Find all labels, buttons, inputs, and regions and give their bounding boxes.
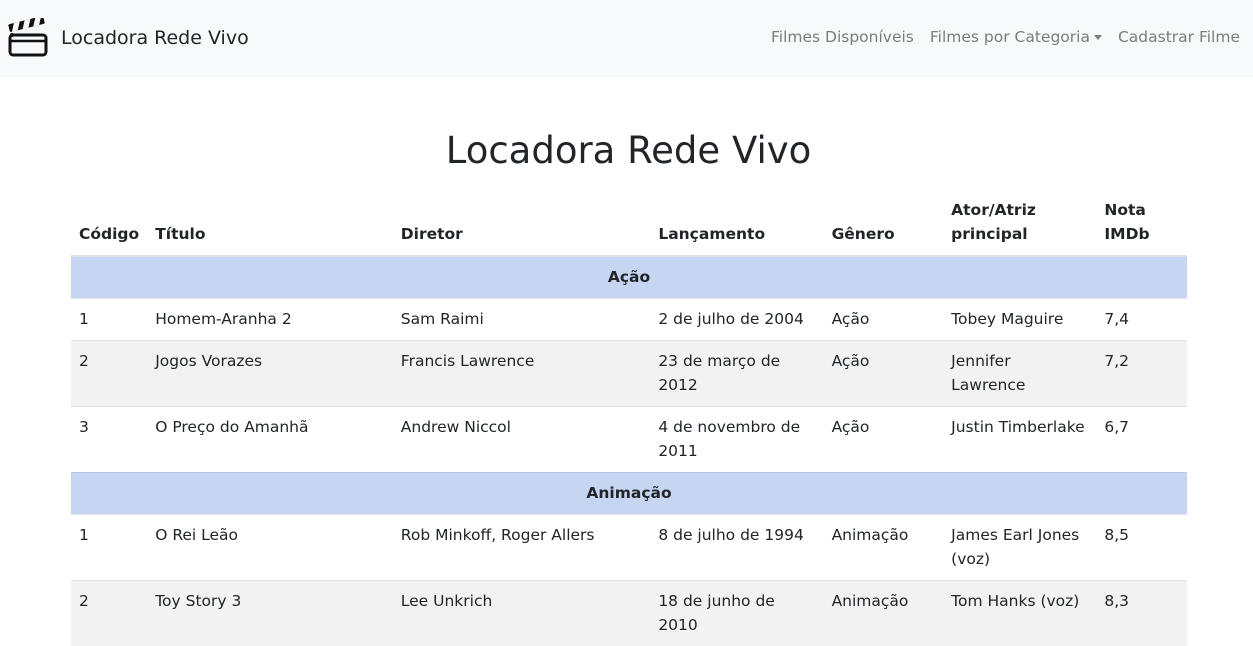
column-header-nota: Nota IMDb (1096, 190, 1187, 256)
cell-nota: 8,5 (1096, 515, 1187, 581)
cell-codigo: 2 (71, 341, 147, 407)
table-header-row: Código Título Diretor Lançamento Gênero … (71, 190, 1187, 256)
nav-link-filmes-disponiveis[interactable]: Filmes Disponíveis (771, 28, 914, 46)
cell-diretor: Sam Raimi (393, 299, 651, 341)
cell-diretor: Rob Minkoff, Roger Allers (393, 515, 651, 581)
cell-titulo: O Preço do Amanhã (147, 407, 393, 473)
cell-nota: 8,3 (1096, 581, 1187, 646)
category-label: Animação (71, 473, 1187, 515)
movies-table: Código Título Diretor Lançamento Gênero … (71, 190, 1187, 646)
table-row: 2 Toy Story 3 Lee Unkrich 18 de junho de… (71, 581, 1187, 646)
nav-dropdown-filmes-por-categoria[interactable]: Filmes por Categoria (930, 28, 1102, 46)
cell-diretor: Francis Lawrence (393, 341, 651, 407)
table-row: 3 O Preço do Amanhã Andrew Niccol 4 de n… (71, 407, 1187, 473)
brand-name: Locadora Rede Vivo (61, 27, 249, 49)
cell-titulo: Jogos Vorazes (147, 341, 393, 407)
cell-diretor: Andrew Niccol (393, 407, 651, 473)
nav-link-cadastrar-filme[interactable]: Cadastrar Filme (1118, 28, 1240, 46)
cell-codigo: 1 (71, 299, 147, 341)
cell-codigo: 1 (71, 515, 147, 581)
table-row: 1 Homem-Aranha 2 Sam Raimi 2 de julho de… (71, 299, 1187, 341)
nav-links: Filmes Disponíveis Filmes por Categoria … (755, 28, 1240, 46)
caret-down-icon (1094, 35, 1102, 40)
cell-codigo: 3 (71, 407, 147, 473)
cell-genero: Animação (824, 515, 944, 581)
cell-ator: Tobey Maguire (943, 299, 1096, 341)
brand-link[interactable]: Locadora Rede Vivo (8, 18, 249, 58)
cell-lancamento: 4 de novembro de 2011 (650, 407, 823, 473)
column-header-genero: Gênero (824, 190, 944, 256)
cell-lancamento: 18 de junho de 2010 (650, 581, 823, 646)
cell-genero: Ação (824, 407, 944, 473)
cell-titulo: O Rei Leão (147, 515, 393, 581)
column-header-ator: Ator/Atriz principal (943, 190, 1096, 256)
table-row: 2 Jogos Vorazes Francis Lawrence 23 de m… (71, 341, 1187, 407)
cell-ator: Tom Hanks (voz) (943, 581, 1096, 646)
cell-nota: 6,7 (1096, 407, 1187, 473)
column-header-lancamento: Lançamento (650, 190, 823, 256)
cell-ator: Jennifer Lawrence (943, 341, 1096, 407)
cell-ator: Justin Timberlake (943, 407, 1096, 473)
cell-nota: 7,4 (1096, 299, 1187, 341)
cell-genero: Ação (824, 299, 944, 341)
table-row: 1 O Rei Leão Rob Minkoff, Roger Allers 8… (71, 515, 1187, 581)
column-header-codigo: Código (71, 190, 147, 256)
cell-titulo: Homem-Aranha 2 (147, 299, 393, 341)
column-header-titulo: Título (147, 190, 393, 256)
clapperboard-icon (8, 18, 48, 58)
nav-dropdown-label: Filmes por Categoria (930, 28, 1090, 46)
cell-lancamento: 8 de julho de 1994 (650, 515, 823, 581)
cell-titulo: Toy Story 3 (147, 581, 393, 646)
category-row-animacao: Animação (71, 473, 1187, 515)
navbar: Locadora Rede Vivo Filmes Disponíveis Fi… (0, 0, 1253, 77)
category-row-acao: Ação (71, 256, 1187, 299)
category-label: Ação (71, 256, 1187, 299)
cell-genero: Ação (824, 341, 944, 407)
cell-diretor: Lee Unkrich (393, 581, 651, 646)
cell-lancamento: 23 de março de 2012 (650, 341, 823, 407)
cell-nota: 7,2 (1096, 341, 1187, 407)
cell-ator: James Earl Jones (voz) (943, 515, 1096, 581)
cell-codigo: 2 (71, 581, 147, 646)
cell-lancamento: 2 de julho de 2004 (650, 299, 823, 341)
column-header-diretor: Diretor (393, 190, 651, 256)
cell-genero: Animação (824, 581, 944, 646)
page-title: Locadora Rede Vivo (0, 128, 1253, 174)
